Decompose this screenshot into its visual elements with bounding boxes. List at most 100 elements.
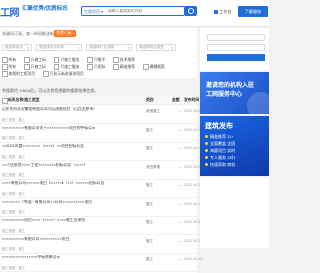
login-button[interactable]	[207, 54, 265, 61]
table-header: 标讯名称/施工类型 类别 金额 发布时间	[0, 96, 200, 105]
table-row[interactable]: ××××××××××××××××中标结果公示 施工类型：施工 施工 —2021-10-…	[0, 253, 202, 272]
row-tag: 施工类型：施工	[2, 173, 26, 177]
row-type: 施工	[146, 220, 154, 224]
filter-option[interactable]: 只施工标	[24, 57, 46, 63]
row-title[interactable]: ××××××××××项目××××（××××）××××施工总承包	[2, 218, 127, 223]
filter-option[interactable]: 只施工服务	[53, 64, 79, 70]
filter-row-3: 按我的工程项目 只显示渐进渐进项目	[2, 71, 91, 77]
row-amount: —	[178, 109, 182, 113]
row-tag: 施工类型：施工	[2, 228, 26, 233]
row-type: 施工	[146, 201, 154, 206]
row-title[interactable]: ××××××××××有限公司××××××××××项目	[2, 237, 127, 242]
search-input[interactable]	[108, 7, 178, 15]
banner-item: 海量项目 实时	[205, 148, 235, 154]
row-title[interactable]: 山东东阿水泥集团有限公司小区改造项目（山西太原市）	[2, 107, 127, 112]
project-type-select[interactable]: 请选择项目类型 ▾	[136, 44, 176, 51]
row-title[interactable]: ××2021年度××××××××（××××）××项目招标公告	[2, 144, 127, 149]
row-title[interactable]: ××××××××××××××××中标结果公示	[2, 255, 127, 260]
industry-select[interactable]: 请选择行业领域 ▾	[86, 44, 132, 51]
date-select[interactable]: 请选择发布时间 ▾	[36, 44, 82, 51]
row-tag: 施工类型：施工	[2, 136, 26, 140]
row-type: 施工	[146, 146, 154, 150]
table-row[interactable]: ××××××××（中国）有限公司××公司××××××××××项目 施工类型：施工 施…	[0, 198, 202, 217]
learn-service-button[interactable]: 了解服务	[238, 6, 268, 17]
row-amount: —	[178, 127, 182, 132]
filter-option[interactable]: 只显示渐进渐进项目	[43, 71, 84, 77]
login-field[interactable]	[207, 34, 265, 41]
result-summary: 共搜索约 7/8/24后，可以达到您想要的搜索结果信息。	[2, 88, 99, 93]
filter-option[interactable]: 精准推荐	[113, 64, 135, 70]
row-amount: —	[178, 220, 182, 224]
filter-option[interactable]: 按我的工程项目	[2, 71, 35, 77]
row-tag: 施工类型：施工	[2, 117, 26, 122]
banner-line: 邀请您的机构入驻	[206, 83, 255, 89]
filter-option[interactable]: 只招标	[87, 64, 105, 70]
filter-panel: 关键词订阅，查一时间推送新标讯！ 免费订阅 › 请选择省份 ▾ 请选择发布时间 ▾ …	[0, 28, 197, 78]
table-row[interactable]: 山东东阿水泥集团有限公司小区改造项目（山西太原市） 施工类型：施工 其他施工 —202…	[0, 105, 202, 124]
top-bar: 工网 汇聚优秀/优质标讯 工程项目 ▾ 工作台 了解服务	[0, 0, 269, 27]
workbench-label: 工作台	[219, 9, 232, 14]
table-row[interactable]: ××××××××××有限公司××××××××××项目 施工类型：施工 施工 —2021…	[0, 235, 202, 254]
province-select[interactable]: 请选择省份 ▾	[2, 44, 32, 51]
filter-option[interactable]: 所有	[2, 64, 16, 70]
table-row[interactable]: ××××××××××项目××××（××××）××××施工总承包 施工类型：施工 施工…	[0, 216, 202, 235]
banner-item: 快速获取 商机	[205, 162, 235, 168]
filter-option[interactable]: 只施工服务	[53, 57, 79, 63]
row-amount: —	[178, 238, 182, 243]
banner-line: 工网服务中心	[206, 92, 243, 98]
row-amount: —	[178, 164, 182, 169]
banner-item: 专人服务 1对1	[205, 155, 236, 161]
search-button[interactable]	[185, 6, 197, 16]
row-type: 其他施工	[146, 109, 161, 113]
login-panel	[200, 28, 269, 70]
row-amount: —	[178, 146, 182, 150]
banner-item: 精准推荐 11+	[205, 134, 234, 140]
subscribe-button[interactable]: 免费订阅 ›	[54, 29, 76, 37]
search-box: 工程项目 ▾	[81, 6, 185, 16]
row-title[interactable]: ××××有限公司××××××项目【×××××】（××）××××××招标公告	[2, 181, 127, 186]
row-title[interactable]: ××××××××（中国）有限公司××公司××××××××××项目	[2, 200, 127, 205]
row-date: 2021-10-13	[184, 257, 203, 261]
banner-title: 建筑发布	[205, 123, 233, 130]
table-row[interactable]: ××2021年度××××××××（××××）××项目招标公告 施工类型：施工 施工 —…	[0, 142, 202, 161]
row-tag: 施工类型：施工	[2, 265, 26, 270]
filter-option[interactable]: 所有	[2, 57, 16, 63]
header-type: 类别	[146, 98, 154, 102]
workbench-icon	[214, 9, 218, 14]
filter-row-1: 所有 只施工标 只施工服务 只推不 技术推荐	[2, 57, 142, 63]
row-tag: 施工类型：施工	[2, 210, 26, 214]
row-type: 施工	[146, 238, 154, 243]
header-date: 发布时间	[184, 98, 200, 102]
row-type: 施工	[146, 257, 154, 261]
filter-row-2: 所有 只施工标 只施工服务 只招标 精准推荐 模糊搜索	[2, 64, 172, 70]
results-table: 标讯名称/施工类型 类别 金额 发布时间 山东东阿水泥集团有限公司小区改造项目（…	[0, 96, 202, 273]
logo-text: 汇聚优秀/优质标讯	[22, 6, 68, 12]
filter-option[interactable]: 模糊搜索	[143, 64, 165, 70]
table-row[interactable]: ××××××××××有限公司关于××××××××××项目的中标公示 施工类型：施工…	[0, 124, 202, 143]
row-title[interactable]: ××人民医院××××工程××××××××招标公告（××××）	[2, 163, 127, 168]
side-panel	[200, 178, 269, 248]
table-row[interactable]: ××人民医院××××工程××××××××招标公告（××××） 施工类型：施工 总包采…	[0, 161, 202, 180]
workbench-link[interactable]: 工作台	[214, 9, 232, 15]
row-title[interactable]: ××××××××××有限公司关于××××××××××项目的中标公示	[2, 126, 127, 131]
select-all-checkbox[interactable]	[2, 98, 8, 104]
filter-option[interactable]: 技术推荐	[113, 57, 135, 63]
search-type-select[interactable]: 工程项目 ▾	[84, 9, 103, 15]
promo-banner-publish[interactable]: 建筑发布 精准推荐 11+ 全面覆盖 全国 海量项目 实时 专人服务 1对1 快…	[200, 116, 269, 176]
row-type: 总包采购	[146, 164, 161, 169]
banner-decoration	[247, 92, 269, 114]
header-amount: 金额	[172, 98, 180, 102]
row-amount: —	[178, 183, 182, 187]
row-tag: 施工类型：施工	[2, 191, 26, 196]
filter-option[interactable]: 只施工标	[24, 64, 46, 70]
login-field[interactable]	[207, 44, 265, 51]
banner-item: 全面覆盖 全国	[205, 141, 235, 147]
table-row[interactable]: ××××有限公司××××××项目【×××××】（××）××××××招标公告 施工类…	[0, 179, 202, 198]
promo-banner-join[interactable]: 邀请您的机构入驻 工网服务中心	[200, 72, 269, 114]
row-amount: —	[178, 201, 182, 206]
row-type: 施工	[146, 127, 154, 132]
header-title: 标讯名称/施工类型	[8, 98, 40, 102]
row-type: 施工	[146, 183, 154, 187]
filter-option[interactable]: 只推不	[87, 57, 105, 63]
site-logo[interactable]: 工网	[0, 4, 20, 19]
